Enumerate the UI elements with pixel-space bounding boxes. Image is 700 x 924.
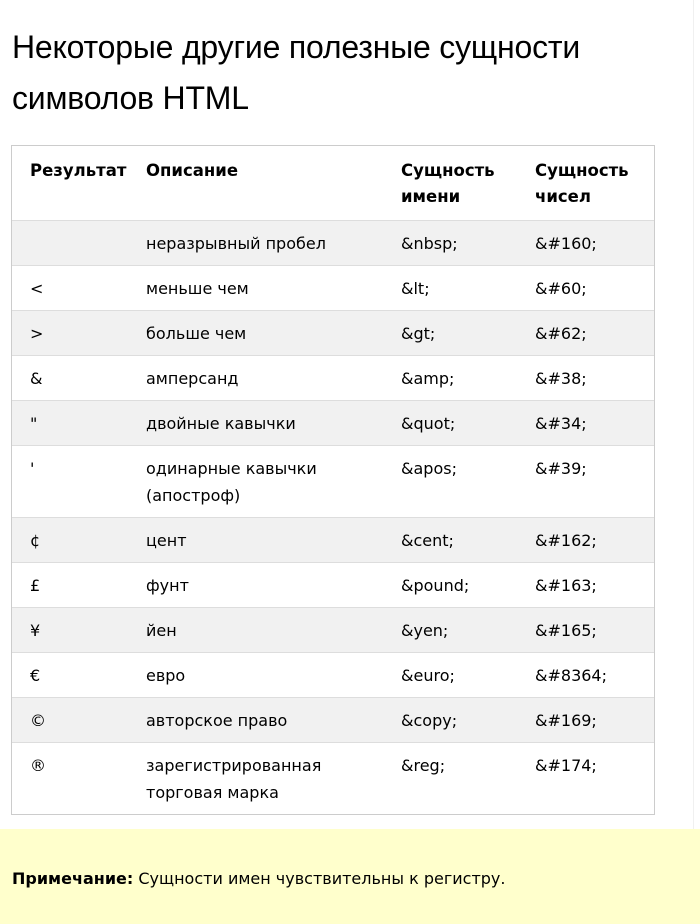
cell-entity-number: &#62; [517,310,654,356]
cell-result: ¥ [12,607,129,653]
cell-entity-name: &reg; [383,742,517,814]
cell-entity-name: &apos; [383,445,517,518]
cell-entity-number: &#174; [517,742,654,814]
cell-description: цент [129,517,383,563]
note-label: Примечание: [12,869,134,888]
table-row: " двойные кавычки &quot; &#34; [12,400,654,446]
cell-entity-number: &#162; [517,517,654,563]
table-row: ¥ йен &yen; &#165; [12,607,654,653]
header-entity-name: Сущность имени [401,161,495,206]
cell-entity-number: &#38; [517,355,654,401]
cell-description: йен [129,607,383,653]
cell-entity-name: &copy; [383,697,517,743]
entities-table: Результат Описание Сущность имени Сущнос… [12,146,654,814]
cell-entity-number: &#8364; [517,652,654,698]
table-row: £ фунт &pound; &#163; [12,562,654,608]
entities-table-container: Результат Описание Сущность имени Сущнос… [11,145,655,815]
cell-entity-number: &#60; [517,265,654,311]
cell-result: ' [12,445,129,518]
cell-description: двойные кавычки [129,400,383,446]
cell-description: одинарные кавычки (апостроф) [129,445,383,518]
cell-entity-name: &yen; [383,607,517,653]
cell-entity-name: &cent; [383,517,517,563]
table-row: неразрывный пробел &nbsp; &#160; [12,220,654,266]
cell-entity-number: &#163; [517,562,654,608]
page-title: Некоторые другие полезные сущности симво… [12,29,581,116]
cell-description: неразрывный пробел [129,220,383,266]
cell-entity-name: &quot; [383,400,517,446]
table-row: > больше чем &gt; &#62; [12,310,654,356]
cell-description: фунт [129,562,383,608]
table-header-row: Результат Описание Сущность имени Сущнос… [12,146,654,221]
cell-result: & [12,355,129,401]
cell-description: меньше чем [129,265,383,311]
cell-entity-name: &gt; [383,310,517,356]
cell-entity-name: &pound; [383,562,517,608]
cell-description: евро [129,652,383,698]
header-result: Результат [30,161,127,180]
note-box: Примечание: Сущности имен чувствительны … [0,829,700,924]
table-body: неразрывный пробел &nbsp; &#160; < меньше че… [12,220,654,814]
note-message: Сущности имен чувствительны к регистру. [138,869,506,888]
table-row: © авторское право &copy; &#169; [12,697,654,743]
cell-description: амперсанд [129,355,383,401]
cell-result: ¢ [12,517,129,563]
table-row: ' одинарные кавычки (апостроф) &apos; &#39; [12,445,654,518]
cell-entity-number: &#160; [517,220,654,266]
header-description: Описание [146,161,239,180]
cell-entity-number: &#165; [517,607,654,653]
cell-entity-name: &lt; [383,265,517,311]
cell-result: < [12,265,129,311]
cell-result: " [12,400,129,446]
scrollbar-track[interactable] [693,0,700,924]
cell-result [12,220,129,266]
cell-entity-name: &amp; [383,355,517,401]
cell-result: > [12,310,129,356]
cell-description: авторское право [129,697,383,743]
cell-entity-number: &#39; [517,445,654,518]
table-row: ® зарегистрированная торговая марка &reg; &… [12,742,654,814]
cell-result: € [12,652,129,698]
cell-result: ® [12,742,129,814]
cell-entity-number: &#169; [517,697,654,743]
cell-entity-name: &nbsp; [383,220,517,266]
cell-entity-name: &euro; [383,652,517,698]
header-entity-number: Сущность чисел [535,161,629,206]
cell-result: £ [12,562,129,608]
cell-description: зарегистрированная торговая марка [129,742,383,814]
cell-entity-number: &#34; [517,400,654,446]
note-text: Примечание: Сущности имен чувствительны … [12,867,505,891]
table-row: ¢ цент &cent; &#162; [12,517,654,563]
cell-result: © [12,697,129,743]
cell-description: больше чем [129,310,383,356]
table-row: € евро &euro; &#8364; [12,652,654,698]
table-row: < меньше чем &lt; &#60; [12,265,654,311]
table-row: & амперсанд &amp; &#38; [12,355,654,401]
